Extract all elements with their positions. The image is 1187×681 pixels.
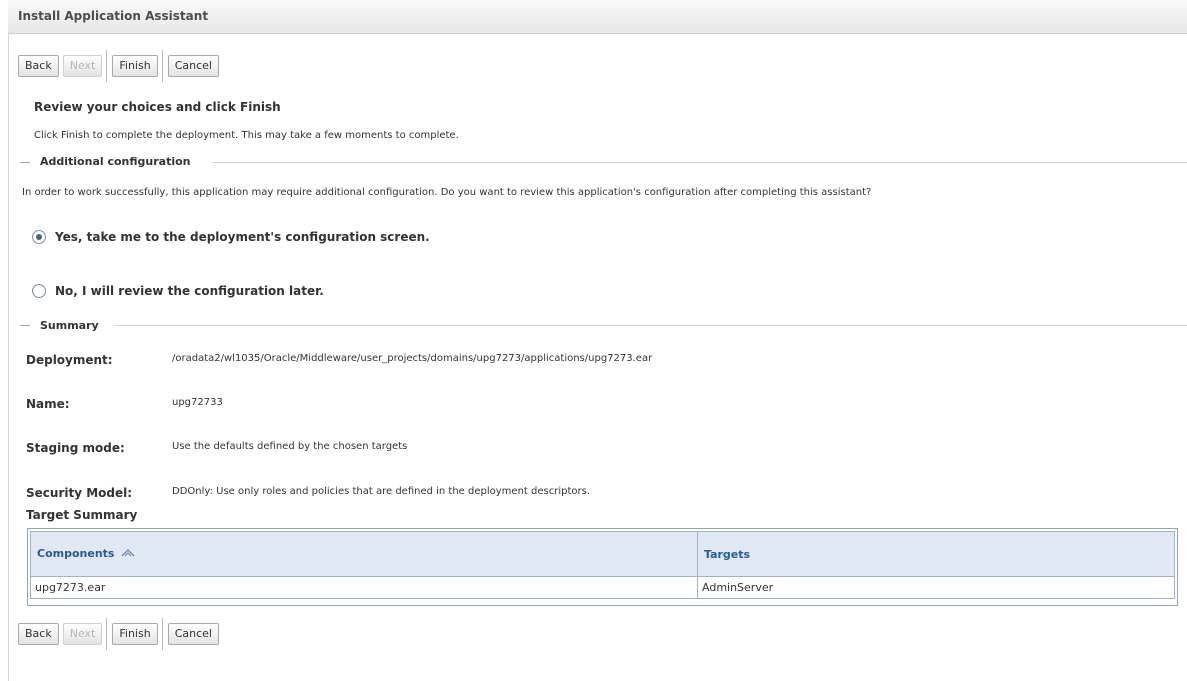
button-separator <box>161 50 164 82</box>
summary-value-security: DDOnly: Use only roles and policies that… <box>172 486 590 497</box>
summary-label-name: Name: <box>26 397 70 411</box>
next-button[interactable]: Next <box>62 55 103 77</box>
page-title: Install Application Assistant <box>18 9 209 23</box>
target-summary-table: Components Targets upg7273.ear AdminServ… <box>30 531 1175 599</box>
review-instruction: Click Finish to complete the deployment.… <box>34 130 459 141</box>
next-button[interactable]: Next <box>62 623 103 645</box>
radio-yes-label[interactable]: Yes, take me to the deployment's configu… <box>55 230 430 244</box>
summary-value-deployment: /oradata2/wl1035/Oracle/Middleware/user_… <box>172 353 653 364</box>
section-line <box>212 162 1187 163</box>
button-separator <box>106 50 109 82</box>
back-button[interactable]: Back <box>18 55 59 77</box>
summary-label-security: Security Model: <box>26 486 133 500</box>
summary-value-name: upg72733 <box>172 397 223 408</box>
bottom-button-bar: Back Next Finish Cancel <box>18 618 223 650</box>
finish-button[interactable]: Finish <box>112 623 158 645</box>
cell-target: AdminServer <box>697 576 1175 599</box>
button-separator <box>161 618 164 650</box>
summary-value-staging: Use the defaults defined by the chosen t… <box>172 441 408 452</box>
back-button[interactable]: Back <box>18 623 59 645</box>
section-dash <box>20 162 30 163</box>
summary-label-deployment: Deployment: <box>26 353 113 367</box>
column-header-targets: Targets <box>697 531 1175 577</box>
section-dash <box>20 325 30 326</box>
table-header-row: Components Targets <box>30 531 1175 577</box>
cell-component: upg7273.ear <box>30 576 698 599</box>
cancel-button[interactable]: Cancel <box>167 623 219 645</box>
target-summary-heading: Target Summary <box>26 508 138 522</box>
column-header-label: Components <box>37 547 115 561</box>
table-row: upg7273.ear AdminServer <box>30 576 1175 599</box>
summary-legend: Summary <box>40 319 99 332</box>
finish-button[interactable]: Finish <box>112 55 158 77</box>
top-button-bar: Back Next Finish Cancel <box>18 50 223 82</box>
radio-yes-icon[interactable] <box>32 230 46 244</box>
sort-ascending-icon[interactable] <box>121 548 135 561</box>
radio-no-icon[interactable] <box>32 284 46 298</box>
summary-label-staging: Staging mode: <box>26 441 125 455</box>
button-separator <box>106 618 109 650</box>
additional-config-legend: Additional configuration <box>40 155 191 168</box>
frame-border <box>8 0 9 681</box>
column-header-label: Targets <box>704 547 751 561</box>
review-heading: Review your choices and click Finish <box>34 100 281 114</box>
additional-config-question: In order to work successfully, this appl… <box>22 187 872 198</box>
column-header-components[interactable]: Components <box>30 531 698 577</box>
section-line <box>114 325 1187 326</box>
cancel-button[interactable]: Cancel <box>167 55 219 77</box>
radio-no-label[interactable]: No, I will review the configuration late… <box>55 284 324 298</box>
title-bar: Install Application Assistant <box>8 0 1187 34</box>
